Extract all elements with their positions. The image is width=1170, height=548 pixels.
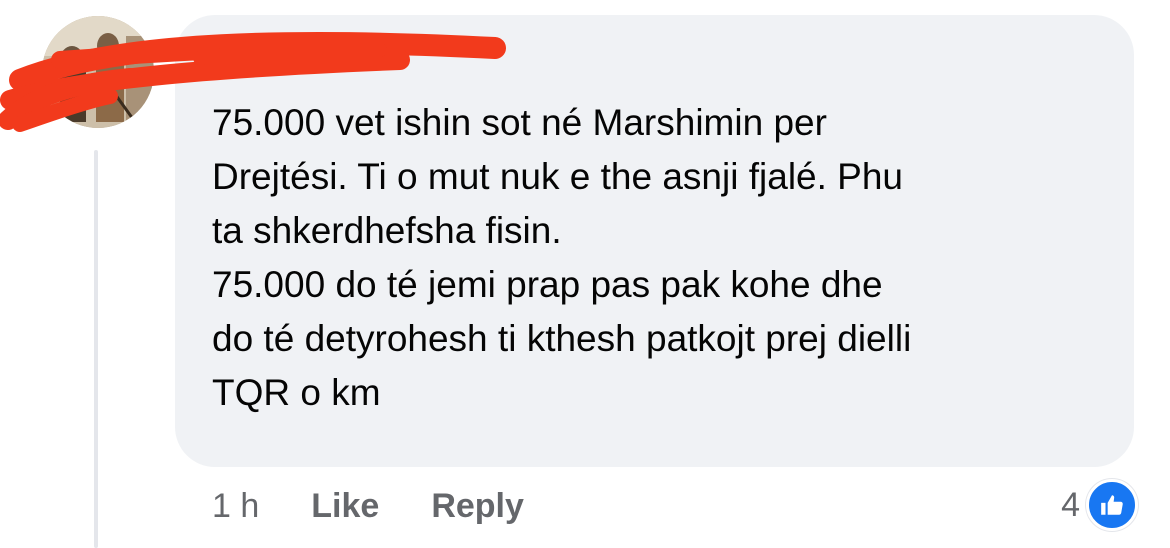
comment-text: 75.000 vet ishin sot né Marshimin per Dr…: [212, 102, 912, 413]
thread-connector-line: [94, 150, 98, 548]
comment-actions: 1 h Like Reply: [212, 486, 576, 526]
like-button[interactable]: Like: [311, 487, 379, 526]
avatar[interactable]: [42, 16, 154, 128]
reply-button[interactable]: Reply: [431, 487, 524, 526]
reaction-summary[interactable]: 4: [1061, 479, 1138, 531]
comment-timestamp[interactable]: 1 h: [212, 487, 259, 526]
comment-author-name[interactable]: [213, 42, 513, 78]
comment-thread: 75.000 vet ishin sot né Marshimin per Dr…: [0, 0, 1170, 548]
thumbs-up-icon: [1086, 479, 1138, 531]
reaction-count: 4: [1061, 485, 1080, 524]
avatar-photo: [42, 16, 154, 128]
